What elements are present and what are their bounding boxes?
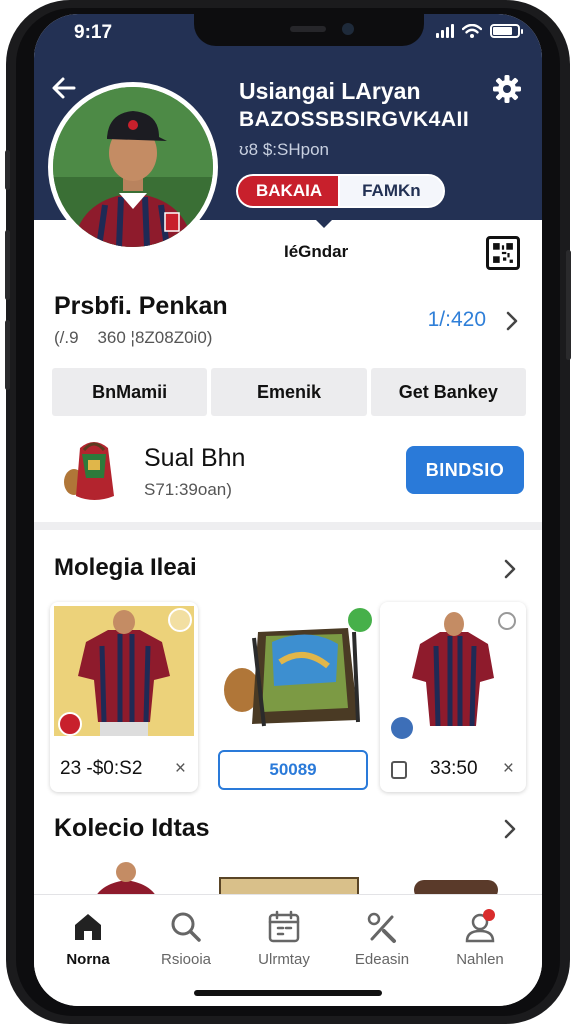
section-1-title: Molegia Ileai — [54, 554, 197, 581]
tab-label[interactable]: IéGndar — [284, 242, 348, 262]
item-price: 23 -$0:S2 — [60, 758, 143, 779]
nav-item-tools[interactable]: Edeasin — [332, 909, 432, 968]
featured-item-subtitle: S71:39oan) — [144, 480, 232, 499]
home-icon — [75, 914, 101, 940]
nav-item-calendar[interactable]: Ulrmtay — [234, 909, 334, 968]
calendar-icon — [268, 910, 300, 943]
avatar-photo — [53, 87, 213, 247]
avatar[interactable] — [48, 82, 218, 252]
segment-option-2[interactable]: Emenik — [211, 368, 367, 416]
nav-label-home: Norna — [66, 951, 110, 968]
tools-icon — [367, 912, 396, 943]
back-arrow-icon[interactable] — [48, 72, 80, 104]
backpack-thumbnail — [64, 442, 114, 500]
profile-meta: ʊ8 $:SHpon — [239, 140, 329, 159]
signal-icon — [436, 24, 454, 38]
points-value[interactable]: 1/:420 — [428, 308, 486, 332]
card-action-button[interactable]: 50089 — [218, 750, 368, 790]
front-camera — [342, 23, 354, 35]
section-2-title: Kolecio Idtas — [54, 814, 210, 842]
segment-option-3[interactable]: Get Bankey — [370, 368, 526, 416]
mute-switch — [5, 150, 10, 190]
profile-panel-title: Prsbfi. Penkan — [54, 292, 228, 320]
battery-icon — [490, 24, 523, 38]
speaker-grille — [290, 26, 326, 32]
segment-option-1[interactable]: BnMamii — [52, 368, 208, 416]
item-card[interactable]: 23 -$0:S2 × — [50, 602, 198, 792]
nav-item-home[interactable]: Norna — [38, 909, 138, 968]
chevron-right-icon[interactable] — [504, 310, 520, 332]
chevron-right-icon[interactable] — [502, 558, 518, 580]
segment-control: BnMamii Emenik Get Bankey — [52, 368, 526, 416]
search-icon — [171, 912, 201, 942]
nav-label-calendar: Ulrmtay — [258, 951, 310, 968]
close-icon[interactable]: × — [175, 758, 186, 780]
home-indicator — [194, 990, 382, 996]
card-badge — [348, 608, 372, 632]
item-card[interactable]: 33:50 × — [380, 602, 526, 792]
nav-item-search[interactable]: Rsiooia — [136, 909, 236, 968]
gear-icon[interactable] — [492, 74, 522, 104]
nav-label-search: Rsiooia — [160, 951, 212, 968]
header-toggle: BAKAIA FAMKn — [236, 174, 445, 208]
profile-name: Usiangai LAryan — [239, 78, 421, 104]
notch — [194, 14, 424, 46]
section-2-thumbnails — [94, 862, 498, 900]
item-price: 33:50 — [430, 758, 478, 779]
card-badge — [498, 612, 516, 630]
status-bar: 9:17 — [34, 14, 542, 54]
card-badge — [168, 608, 192, 632]
nav-label-tools: Edeasin — [354, 951, 410, 968]
toggle-right-button[interactable]: FAMKn — [338, 174, 445, 208]
featured-item-action-button[interactable]: BINDSIO — [406, 446, 524, 494]
nav-item-profile[interactable]: Nahlen — [430, 909, 530, 968]
qr-code-icon[interactable] — [486, 236, 520, 270]
volume-down-button — [5, 320, 10, 390]
tab-indicator — [316, 220, 332, 228]
item-carousel: 23 -$0:S2 × 50089 33:50 × — [50, 602, 542, 794]
close-icon[interactable]: × — [503, 758, 514, 780]
chevron-right-icon[interactable] — [502, 818, 518, 840]
bottom-navigation: Norna Rsiooia Ulrmtay Edeasin Nahlen — [34, 894, 542, 1006]
wifi-icon — [462, 24, 482, 38]
toggle-left-button[interactable]: BAKAIA — [236, 174, 339, 208]
status-time: 9:17 — [74, 22, 113, 43]
power-button — [566, 250, 571, 360]
bookmark-icon — [391, 761, 407, 779]
status-icons — [436, 24, 523, 38]
item-card[interactable]: 50089 — [208, 602, 376, 792]
profile-panel-subtitle: (/.9 360 ¦8Z08Z0i0) — [54, 328, 213, 347]
section-divider — [34, 522, 542, 530]
volume-up-button — [5, 230, 10, 300]
profile-handle: BAZOSSBSIRGVK4AII — [239, 108, 470, 131]
section-2-preview-row — [34, 850, 542, 900]
featured-item-title: Sual Bhn — [144, 444, 246, 472]
profile-icon — [465, 909, 495, 943]
app-screen: 9:17 Usiangai LAryan BAZOSSBSIRGVK4AII ʊ… — [34, 14, 542, 1006]
nav-label-profile: Nahlen — [456, 951, 504, 968]
